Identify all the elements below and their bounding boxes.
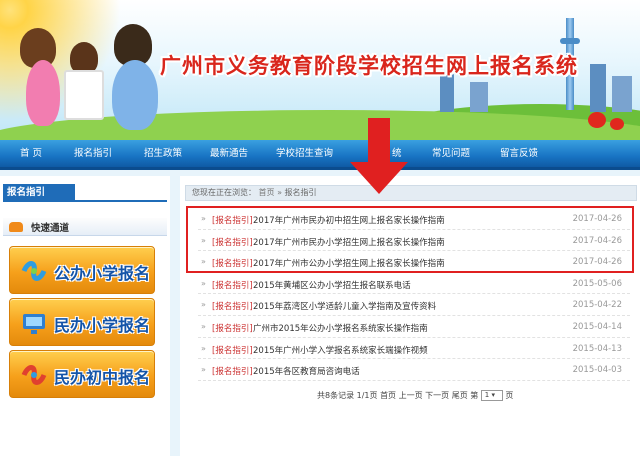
nav-item-guide[interactable]: 报名指引 [74, 140, 112, 168]
car-icon [9, 222, 23, 232]
monitor-icon [23, 314, 45, 334]
list-item[interactable]: » [报名指引] 2015年各区教育局咨询电话 2015-04-03 [198, 359, 630, 381]
pagination: 共8条记录 1/1页 首页 上一页 下一页 尾页 第 1 ▾ 页 [317, 390, 513, 401]
sidebar-heading-underline [3, 200, 167, 202]
down-arrow-icon [368, 118, 390, 164]
private-junior-register-label: 民办初中报名 [54, 368, 151, 387]
header-banner: 广州市义务教育阶段学校招生网上报名系统 [0, 0, 640, 140]
breadcrumb-current: 报名指引 [284, 188, 317, 197]
list-item-date: 2015-04-13 [572, 343, 622, 354]
list-item-category[interactable]: [报名指引] [212, 344, 253, 356]
pagination-summary: 共8条记录 1/1页 [317, 391, 378, 400]
flower-decoration [610, 118, 624, 130]
list-item-date: 2015-04-22 [572, 300, 622, 311]
list-item-title[interactable]: 2015年广州小学入学报名系统家长端操作视频 [253, 344, 428, 356]
public-primary-register-label: 公办小学报名 [54, 264, 151, 283]
list-item-title[interactable]: 广州市2015年公办小学报名系统家长操作指南 [253, 322, 428, 334]
down-arrow-icon [350, 162, 408, 194]
building-decoration [590, 64, 606, 112]
nav-item-feedback[interactable]: 留言反馈 [500, 140, 538, 168]
double-chevron-icon: » [201, 343, 206, 353]
list-item[interactable]: » [报名指引] 2015年荔湾区小学适龄儿童入学指南及宣传资料 2015-04… [198, 294, 630, 316]
breadcrumb-separator: » [274, 188, 285, 197]
list-item[interactable]: » [报名指引] 广州市2015年公办小学报名系统家长操作指南 2015-04-… [198, 316, 630, 338]
pagination-next-link[interactable]: 下一页 [425, 391, 449, 400]
page-select-value: 1 [484, 391, 490, 399]
list-item-title[interactable]: 2015年黄埔区公办小学招生报名联系电话 [253, 279, 411, 291]
nav-item-faq[interactable]: 常见问题 [432, 140, 470, 168]
list-item[interactable]: » [报名指引] 2015年广州小学入学报名系统家长端操作视频 2015-04-… [198, 338, 630, 360]
private-primary-register-button[interactable]: 民办小学报名 [9, 298, 155, 346]
double-chevron-icon: » [201, 321, 206, 331]
list-item-category[interactable]: [报名指引] [212, 279, 253, 291]
list-item-date: 2015-04-03 [572, 365, 622, 376]
ribbon-icon [21, 365, 47, 385]
list-item-category[interactable]: [报名指引] [212, 300, 253, 312]
breadcrumb: 您现在正在浏览： 首页 » 报名指引 [185, 185, 637, 201]
building-decoration [612, 76, 632, 112]
drawing-paper-illustration [64, 70, 104, 120]
highlight-box [186, 206, 634, 273]
quick-access-label: 快速通道 [31, 223, 70, 234]
nav-item-school-query[interactable]: 学校招生查询 [276, 140, 333, 168]
list-item[interactable]: » [报名指引] 2015年黄埔区公办小学招生报名联系电话 2015-05-06 [198, 273, 630, 295]
private-primary-register-label: 民办小学报名 [54, 316, 151, 335]
double-chevron-icon: » [201, 300, 206, 310]
pagination-goto-prefix: 第 [470, 391, 479, 400]
double-chevron-icon: » [201, 365, 206, 375]
site-title: 广州市义务教育阶段学校招生网上报名系统 [160, 53, 578, 78]
main-nav: 首 页 报名指引 招生政策 最新通告 学校招生查询 统 常见问题 留言反馈 [0, 140, 640, 170]
private-junior-register-button[interactable]: 民办初中报名 [9, 350, 155, 398]
pagination-goto-suffix: 页 [505, 391, 514, 400]
breadcrumb-home-link[interactable]: 首页 [259, 188, 275, 197]
list-item-date: 2015-04-14 [572, 321, 622, 332]
pagination-last-link[interactable]: 尾页 [452, 391, 468, 400]
list-item-category[interactable]: [报名指引] [212, 365, 253, 377]
nav-item-home[interactable]: 首 页 [20, 140, 42, 168]
sidebar: 报名指引 快速通道 公办小学报名 民办小学报名 民办初中报名 [0, 176, 170, 456]
pagination-first-link[interactable]: 首页 [380, 391, 396, 400]
nav-item-policy[interactable]: 招生政策 [144, 140, 182, 168]
pagination-prev-link[interactable]: 上一页 [399, 391, 423, 400]
breadcrumb-prefix: 您现在正在浏览： [192, 188, 256, 197]
list-item-title[interactable]: 2015年各区教育局咨询电话 [253, 365, 360, 377]
page-select[interactable]: 1 ▾ [480, 390, 503, 401]
father-figure-illustration [112, 60, 158, 130]
sidebar-heading: 报名指引 [3, 184, 75, 201]
list-item-category[interactable]: [报名指引] [212, 322, 253, 334]
ribbon-icon [21, 261, 47, 281]
flower-decoration [588, 112, 606, 128]
building-decoration [470, 82, 488, 112]
double-chevron-icon: » [201, 278, 206, 288]
mother-figure-illustration [26, 60, 60, 126]
public-primary-register-button[interactable]: 公办小学报名 [9, 246, 155, 294]
nav-item-notices[interactable]: 最新通告 [210, 140, 248, 168]
list-item-date: 2015-05-06 [572, 278, 622, 289]
list-item-title[interactable]: 2015年荔湾区小学适龄儿童入学指南及宣传资料 [253, 300, 436, 312]
quick-access-bar: 快速通道 [3, 218, 167, 236]
